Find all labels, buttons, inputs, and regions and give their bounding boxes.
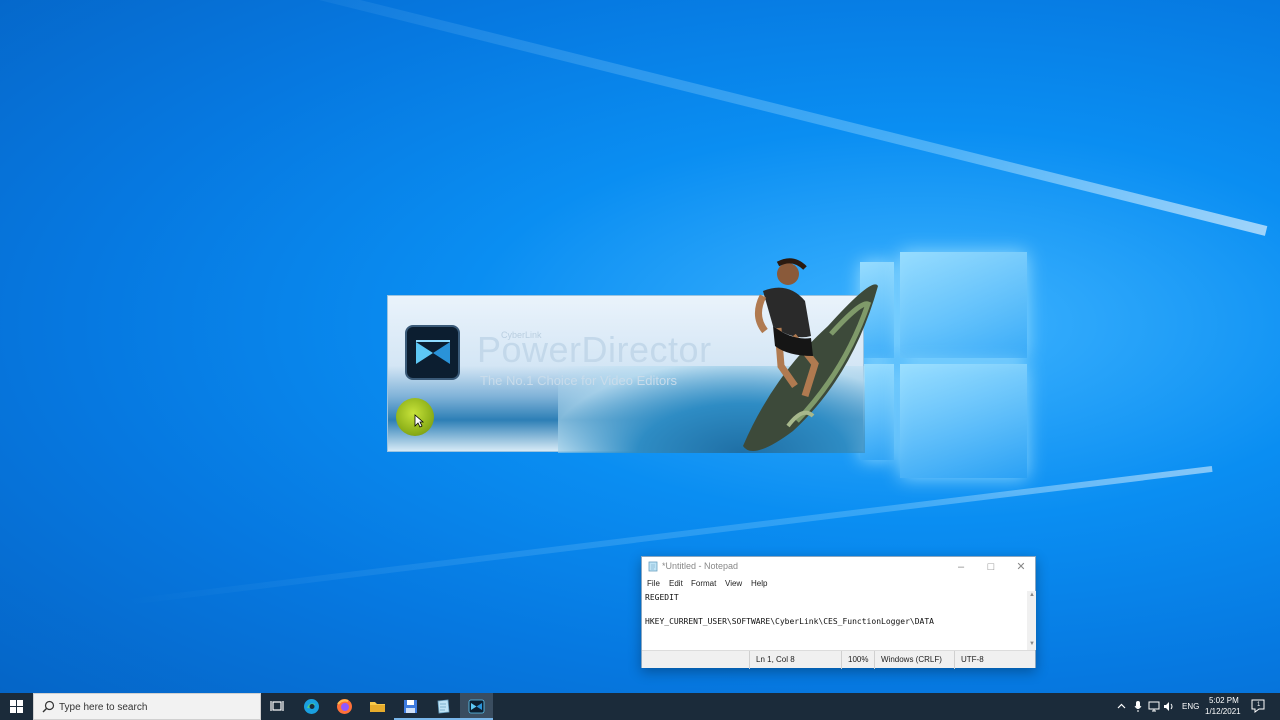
editor-line: HKEY_CURRENT_USER\SOFTWARE\CyberLink\CES… — [645, 617, 934, 626]
clock-time[interactable]: 5:02 PM — [1209, 696, 1239, 705]
notification-center-button[interactable]: 1 — [1250, 698, 1266, 714]
zoom-level: 100% — [848, 655, 869, 664]
mouse-cursor-icon — [414, 414, 424, 428]
windows-start-icon — [10, 700, 23, 713]
task-view-button[interactable] — [261, 693, 294, 720]
taskbar-disk-app[interactable] — [394, 693, 427, 720]
close-button[interactable]: ✕ — [1006, 557, 1036, 577]
notification-count: 1 — [1257, 702, 1261, 708]
chevron-up-icon[interactable] — [1117, 702, 1126, 711]
surfer-image — [743, 258, 878, 451]
network-icon[interactable] — [1148, 701, 1160, 712]
folder-icon — [370, 702, 385, 712]
search-icon — [42, 700, 55, 713]
taskbar-search-box[interactable]: Type here to search — [33, 693, 261, 720]
maximize-button[interactable]: □ — [976, 557, 1006, 577]
cursor-position: Ln 1, Col 8 — [756, 655, 795, 664]
menu-format[interactable]: Format — [691, 579, 716, 588]
encoding: UTF-8 — [961, 655, 984, 664]
menu-edit[interactable]: Edit — [669, 579, 683, 588]
powerdirector-icon — [468, 699, 485, 714]
scroll-up-icon[interactable]: ▲ — [1029, 592, 1035, 598]
menu-help[interactable]: Help — [751, 579, 767, 588]
language-indicator[interactable]: ENG — [1182, 702, 1199, 711]
powerdirector-logo-icon — [405, 325, 460, 380]
window-title: *Untitled - Notepad — [662, 561, 739, 571]
taskbar-notepad[interactable] — [427, 693, 460, 720]
task-view-icon — [270, 701, 284, 711]
status-bar: Ln 1, Col 8 100% Windows (CRLF) UTF-8 — [642, 650, 1035, 669]
menu-view[interactable]: View — [725, 579, 742, 588]
scroll-down-icon[interactable]: ▼ — [1029, 641, 1035, 647]
taskbar-firefox[interactable] — [328, 693, 361, 720]
vertical-scrollbar[interactable]: ▲ ▼ — [1027, 591, 1036, 650]
notepad-title-bar[interactable]: *Untitled - Notepad – □ ✕ — [642, 557, 1035, 577]
taskbar-file-explorer[interactable] — [361, 693, 394, 720]
windows-logo-wallpaper — [860, 240, 1030, 480]
edge-icon — [304, 699, 319, 714]
minimize-button[interactable]: – — [946, 557, 976, 577]
product-title: PowerDirector — [477, 329, 712, 370]
menu-file[interactable]: File — [647, 579, 660, 588]
firefox-icon — [337, 699, 352, 714]
line-ending: Windows (CRLF) — [881, 655, 942, 664]
menu-bar: File Edit Format View Help — [642, 577, 1035, 591]
notepad-icon — [437, 699, 450, 714]
notepad-app-icon — [648, 561, 658, 572]
clock-date[interactable]: 1/12/2021 — [1205, 707, 1241, 716]
search-placeholder: Type here to search — [59, 702, 148, 713]
volume-icon[interactable] — [1163, 701, 1175, 712]
microphone-icon[interactable] — [1134, 700, 1142, 713]
save-disk-icon — [404, 700, 417, 713]
taskbar-edge[interactable] — [295, 693, 328, 720]
taskbar-powerdirector[interactable] — [460, 693, 493, 720]
text-editor-area[interactable]: REGEDIT HKEY_CURRENT_USER\SOFTWARE\Cyber… — [642, 591, 1027, 650]
powerdirector-splash: CyberLink PowerDirector The No.1 Choice … — [387, 258, 878, 453]
start-button[interactable] — [0, 693, 33, 720]
notepad-window[interactable]: *Untitled - Notepad – □ ✕ File Edit Form… — [641, 556, 1036, 669]
editor-line: REGEDIT — [645, 593, 679, 602]
product-tagline: The No.1 Choice for Video Editors — [480, 373, 678, 388]
taskbar: Type here to search ENG 5:02 PM 1/12/202… — [0, 693, 1280, 720]
